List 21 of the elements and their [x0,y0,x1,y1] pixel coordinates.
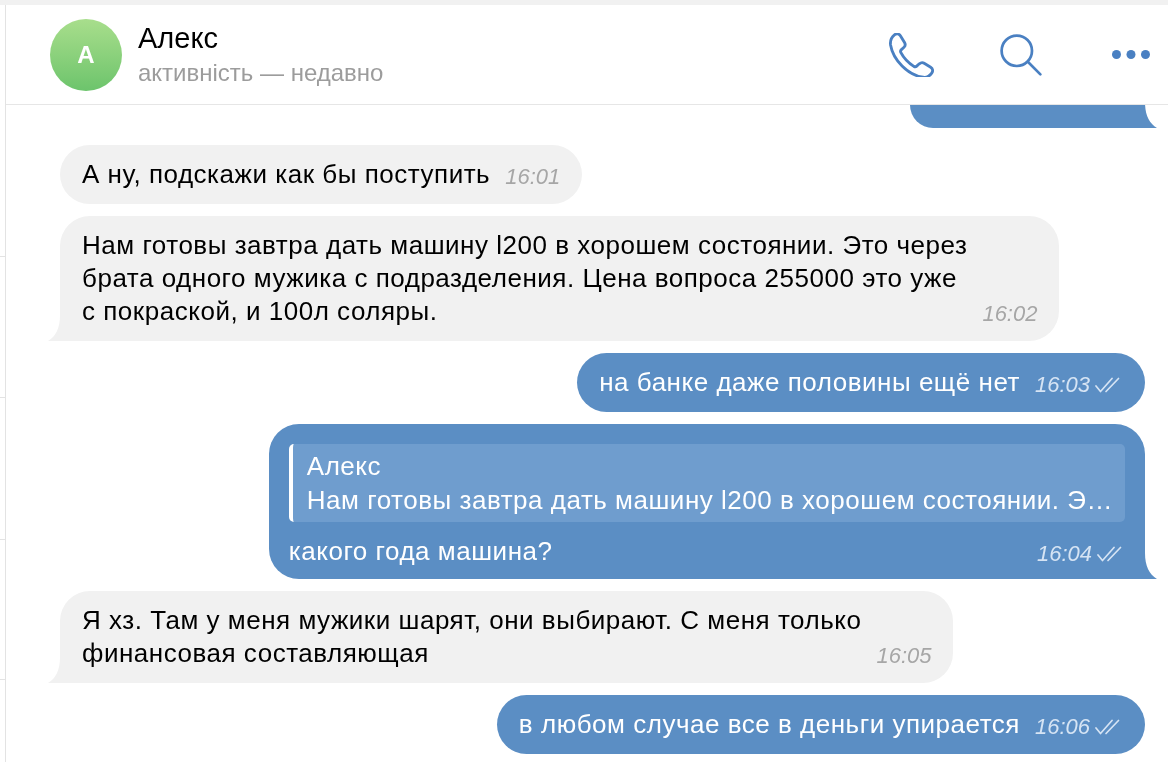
reply-author: Алекс [306,450,382,483]
message-time: 16:04 [1036,540,1092,567]
more-icon [1112,50,1150,59]
avatar: А [50,18,122,91]
message-text: А ну, подскажи как бы поступить [82,158,491,191]
contact-name: Алекс [138,21,219,55]
message-time: 16:05 [876,642,932,669]
message-time: 16:03 [1034,371,1090,398]
search-icon [999,32,1043,77]
message-time: 16:02 [982,300,1038,327]
reply-quote[interactable]: Алекс Нам готовы завтра дать машину l200 в хорошем состоянии. Э… [288,444,1125,522]
message-text: Нам готовы завтра дать машину l200 в хорошем состоянии. Это через брата одного мужика с подразделения. Цена вопроса 255000 это уже с покраской, и 100л соляры. [82,229,968,328]
message-time: 16:01 [505,163,561,190]
message-text: Я хз. Там у меня мужики шарят, они выбирают. С меня только финансовая составляющая [82,604,862,670]
message-time: 16:06 [1034,713,1090,740]
message-text: на банке даже половины ещё нет [599,366,1020,399]
reply-text: Нам готовы завтра дать машину l200 в хорошем состоянии. Э… [306,484,1113,517]
contact-status: активність — недавно [138,58,384,88]
message-text: в любом случае все в деньги упирается [518,708,1020,741]
phone-icon [888,32,934,77]
message-text: какого года машина? [288,535,553,568]
